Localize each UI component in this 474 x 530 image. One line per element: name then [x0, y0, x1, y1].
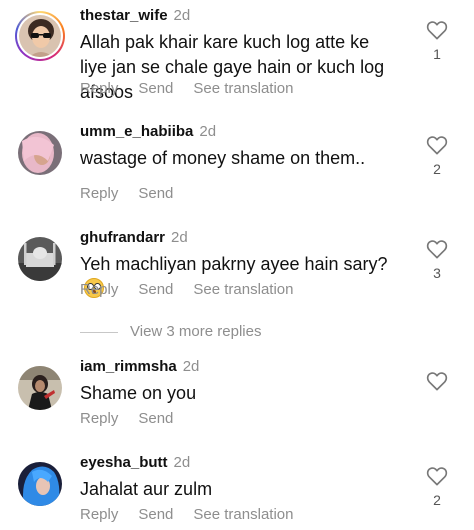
comment-actions: Reply Send See translation [80, 281, 313, 298]
heart-icon[interactable] [426, 135, 448, 155]
comment-text-content: Yeh machliyan pakrny ayee hain sary? [80, 254, 388, 274]
comment-meta: iam_rimmsha 2d [80, 358, 199, 375]
divider-line [80, 331, 118, 333]
view-more-replies-button[interactable]: View 3 more replies [80, 323, 261, 340]
comment-meta: eyesha_butt 2d [80, 454, 190, 471]
timestamp: 2d [173, 7, 191, 24]
send-button[interactable]: Send [138, 506, 173, 523]
reply-button[interactable]: Reply [80, 80, 118, 97]
heart-icon[interactable] [426, 466, 448, 486]
avatar-image [18, 131, 62, 175]
timestamp: 2d [171, 229, 188, 246]
avatar-image [18, 366, 62, 410]
comment-meta: ghufrandarr 2d [80, 229, 188, 246]
comment-actions: Reply Send See translation [80, 506, 313, 523]
like-area: 1 [425, 20, 449, 62]
heart-icon[interactable] [426, 239, 448, 259]
comment-actions: Reply Send See translation [80, 80, 313, 97]
like-count: 3 [433, 265, 441, 281]
avatar-image [19, 15, 61, 57]
heart-icon[interactable] [426, 371, 448, 391]
comment-actions: Reply Send [80, 410, 193, 427]
avatar[interactable] [18, 131, 62, 175]
like-area: 3 [425, 239, 449, 281]
heart-icon[interactable] [426, 20, 448, 40]
avatar[interactable] [18, 366, 62, 410]
see-translation-button[interactable]: See translation [193, 506, 293, 523]
like-count: 1 [433, 46, 441, 62]
comment-meta: thestar_wife 2d [80, 7, 190, 24]
like-area: 2 [425, 135, 449, 177]
view-more-replies-label: View 3 more replies [130, 323, 262, 340]
avatar[interactable] [18, 237, 62, 281]
reply-button[interactable]: Reply [80, 281, 118, 298]
username[interactable]: iam_rimmsha [80, 358, 177, 375]
username[interactable]: eyesha_butt [80, 454, 168, 471]
reply-button[interactable]: Reply [80, 410, 118, 427]
avatar-image [18, 237, 62, 281]
send-button[interactable]: Send [138, 185, 173, 202]
comment-actions: Reply Send [80, 185, 193, 202]
comment-text: wastage of money shame on them.. [80, 148, 366, 168]
comment-text: Shame on you [80, 383, 197, 403]
avatar[interactable] [19, 15, 61, 57]
avatar-image [18, 462, 62, 506]
like-count: 2 [433, 161, 441, 177]
timestamp: 2d [182, 358, 200, 375]
like-count: 2 [433, 492, 441, 508]
like-area: 2 [425, 466, 449, 508]
username[interactable]: thestar_wife [80, 7, 168, 24]
timestamp: 2d [199, 123, 217, 140]
see-translation-button[interactable]: See translation [193, 80, 293, 97]
like-area [425, 371, 449, 391]
username[interactable]: umm_e_habiiba [80, 123, 193, 140]
send-button[interactable]: Send [138, 80, 173, 97]
comment-text: Jahalat aur zulm [80, 479, 213, 499]
comment-meta: umm_e_habiiba 2d [80, 123, 216, 140]
username[interactable]: ghufrandarr [80, 229, 165, 246]
timestamp: 2d [173, 454, 191, 471]
send-button[interactable]: Send [138, 410, 173, 427]
send-button[interactable]: Send [138, 281, 173, 298]
see-translation-button[interactable]: See translation [193, 281, 293, 298]
reply-button[interactable]: Reply [80, 506, 118, 523]
reply-button[interactable]: Reply [80, 185, 118, 202]
avatar[interactable] [18, 462, 62, 506]
